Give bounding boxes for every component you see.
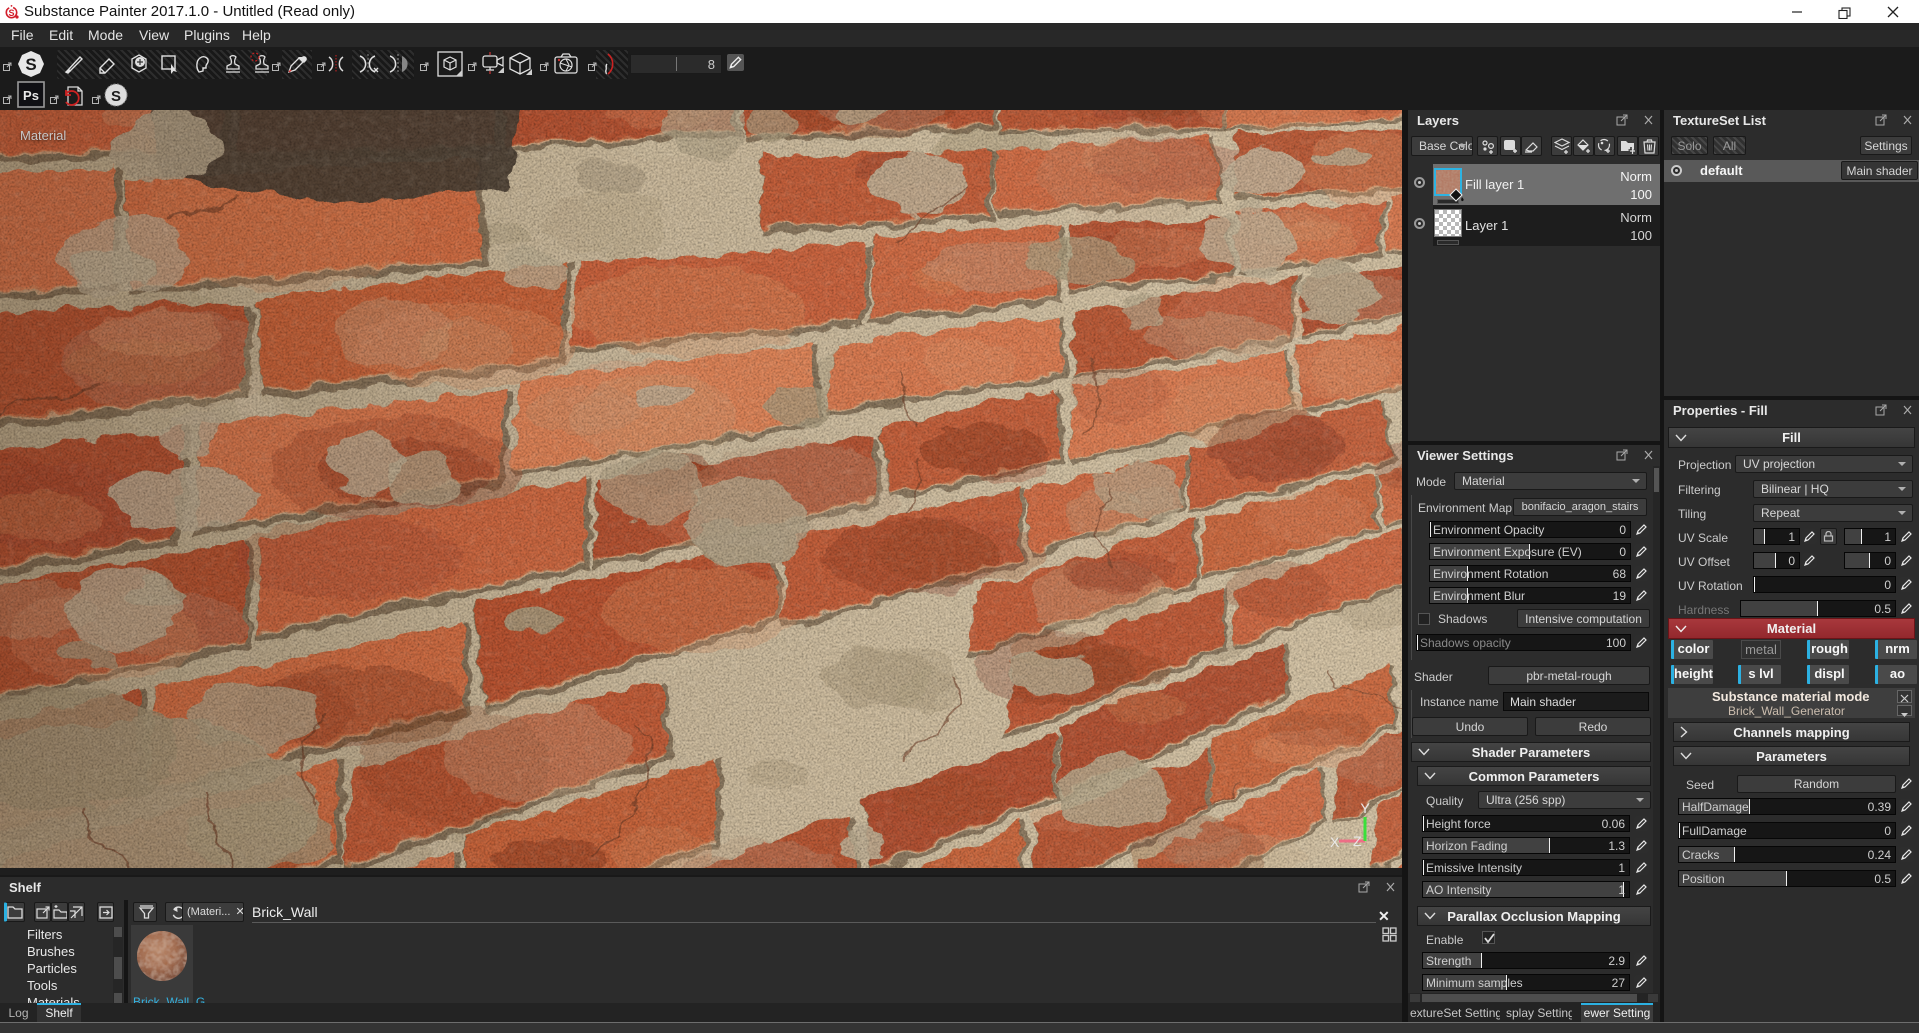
svg-text:X: X [1330, 834, 1340, 850]
svg-text:S: S [25, 55, 36, 74]
svg-text:Y: Y [1360, 800, 1370, 816]
svg-text:Ps: Ps [23, 88, 39, 103]
svg-text:S: S [8, 8, 14, 18]
svg-text:Z: Z [1353, 833, 1362, 849]
svg-text:S: S [111, 88, 121, 105]
